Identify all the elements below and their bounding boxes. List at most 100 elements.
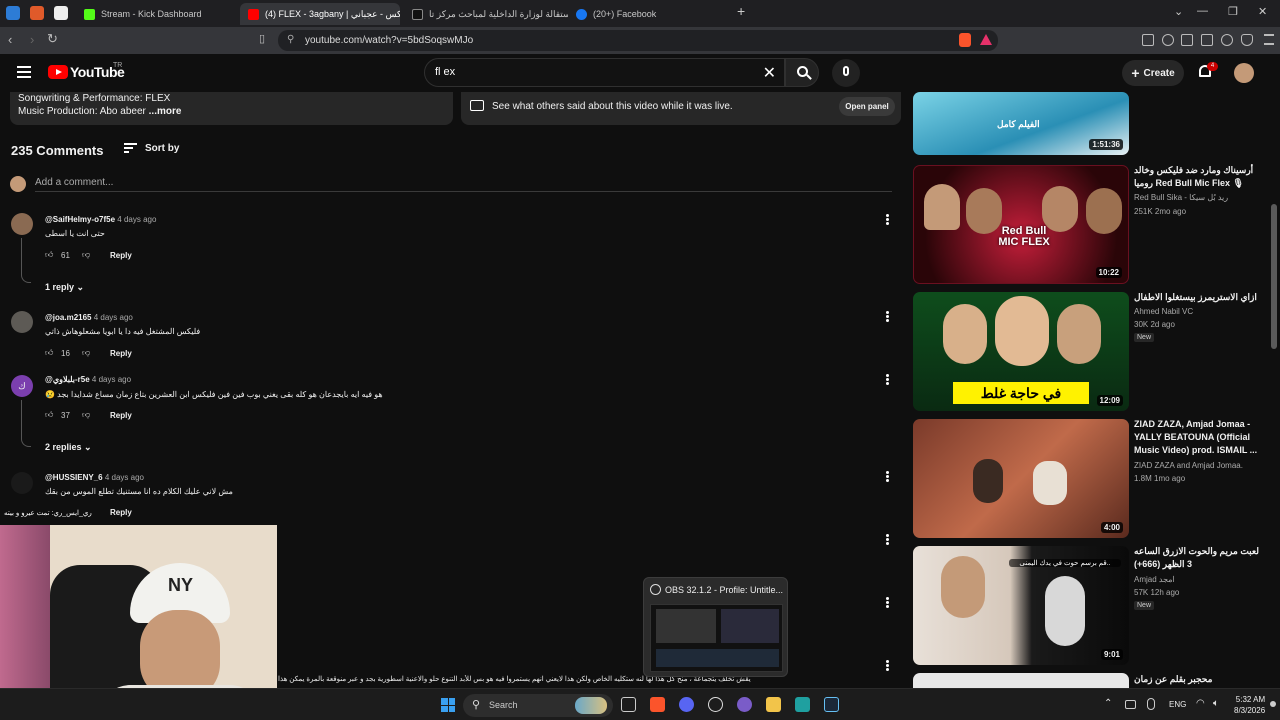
maximize-icon[interactable]: ❐ [1228, 5, 1238, 18]
channel-name[interactable]: Ahmed Nabil VC [1134, 307, 1193, 316]
menu-icon[interactable] [1264, 34, 1274, 45]
app-taskbar-icon[interactable] [737, 697, 752, 712]
sort-by-button[interactable]: Sort by [145, 143, 179, 154]
comment-date[interactable]: 4 days ago [105, 473, 144, 482]
taskbar-search[interactable]: ⚲ Search [463, 694, 613, 717]
wallet-icon[interactable] [1201, 34, 1213, 46]
start-icon[interactable] [441, 698, 455, 712]
video-title[interactable]: محجبر بقلم عن زمان [1134, 673, 1262, 686]
tab-facebook[interactable]: (20+) Facebook [568, 3, 728, 25]
commenter-avatar[interactable] [11, 311, 33, 333]
sort-icon[interactable] [124, 143, 137, 154]
video-thumbnail[interactable] [913, 673, 1129, 688]
pinned-tab-icon[interactable] [6, 6, 20, 20]
author-handle[interactable]: @HUSSIENY_6 [45, 473, 103, 482]
view-replies-button[interactable]: 1 reply ⌄ [45, 282, 84, 293]
close-window-icon[interactable]: ✕ [1258, 5, 1267, 18]
video-title[interactable]: ZIAD ZAZA, Amjad Jomaa - YALLY BEATOUNA … [1134, 418, 1262, 457]
comment-author[interactable]: @SaifHelmy-o7f5e 4 days ago [45, 215, 156, 224]
youtube-logo-icon[interactable] [48, 65, 68, 79]
comment-menu-icon[interactable] [886, 471, 889, 482]
voice-search-button[interactable] [832, 59, 860, 87]
extensions-icon[interactable] [1142, 34, 1154, 46]
vpn-icon[interactable] [1241, 34, 1253, 46]
comment-date[interactable]: 4 days ago [92, 375, 131, 384]
tray-overflow-icon[interactable]: ⌃ [1104, 698, 1112, 709]
like-button[interactable]: 👍︎ [45, 348, 53, 358]
video-thumbnail[interactable]: في حاجة غلط 12:09 [913, 292, 1129, 411]
task-view-icon[interactable] [621, 697, 636, 712]
video-description[interactable]: Songwriting & Performance: FLEX Music Pr… [10, 92, 453, 125]
video-title[interactable]: لعبت مريم والحوت الازرق الساعه 3 الظهر (… [1134, 545, 1262, 571]
pinned-tab-icon[interactable] [54, 6, 68, 20]
author-handle[interactable]: @joa.m2165 [45, 313, 92, 322]
commenter-avatar[interactable] [11, 213, 33, 235]
channel-name[interactable]: Amjad امجد [1134, 575, 1175, 584]
brave-shield-icon[interactable] [959, 33, 971, 47]
comment-menu-icon[interactable] [886, 374, 889, 385]
comment-menu-icon[interactable] [886, 597, 889, 608]
input-language[interactable]: ENG [1169, 700, 1186, 709]
channel-name[interactable]: ZIAD ZAZA and Amjad Jomaa. [1134, 461, 1243, 470]
author-handle[interactable]: @SaifHelmy-o7f5e [45, 215, 115, 224]
author-handle[interactable]: @بلبلاوي-r5e [45, 375, 90, 384]
new-tab-button[interactable]: + [737, 3, 745, 19]
tab-list-icon[interactable]: ⌄ [1174, 5, 1183, 18]
channel-name[interactable]: Red Bull Sika - ريد بُل سيكا [1134, 193, 1228, 202]
page-scrollbar[interactable] [1271, 204, 1277, 349]
pinned-tab-icon[interactable] [30, 6, 44, 20]
comment-menu-icon[interactable] [886, 311, 889, 322]
reply-button[interactable]: Reply [110, 349, 132, 358]
like-button[interactable]: 👍︎ [45, 410, 53, 420]
search-input[interactable]: fl ex ✕ [424, 58, 785, 87]
dislike-button[interactable]: 👎︎ [82, 250, 90, 260]
brave-taskbar-icon[interactable] [650, 697, 665, 712]
reply-button[interactable]: Reply [110, 411, 132, 420]
sidebar-icon[interactable] [1181, 34, 1193, 46]
clock[interactable]: 5:32 AM 8/3/2026 [1234, 694, 1265, 716]
back-icon[interactable]: ‹ [8, 32, 12, 47]
tab-kick[interactable]: Stream - Kick Dashboard [76, 3, 238, 25]
media-icon[interactable] [1162, 34, 1174, 46]
comment-date[interactable]: 4 days ago [117, 215, 156, 224]
forward-icon[interactable]: › [30, 32, 34, 47]
volume-icon[interactable]: 🔈︎ [1213, 698, 1219, 709]
wifi-icon[interactable]: ◠ [1196, 698, 1205, 709]
obs-taskbar-icon[interactable] [708, 697, 723, 712]
view-replies-button[interactable]: 2 replies ⌄ [45, 442, 92, 453]
site-info-icon[interactable]: ⚲ [287, 34, 294, 45]
comment-date[interactable]: 4 days ago [94, 313, 133, 322]
open-panel-button[interactable]: Open panel [839, 97, 895, 116]
tab-tiktok[interactable]: استقالة لوزارة الداخلية لمباحث مركز تا..… [404, 3, 568, 25]
brave-rewards-icon[interactable] [980, 34, 992, 45]
store-taskbar-icon[interactable] [795, 697, 810, 712]
dislike-button[interactable]: 👎︎ [82, 410, 90, 420]
discord-taskbar-icon[interactable] [679, 697, 694, 712]
reply-button[interactable]: Reply [110, 508, 132, 517]
bookmark-icon[interactable]: ▯ [259, 32, 265, 45]
microphone-tray-icon[interactable] [1147, 698, 1155, 710]
video-title[interactable]: ازاي الاستريمرز بيستغلوا الاطفال [1134, 291, 1262, 304]
clear-search-icon[interactable]: ✕ [763, 63, 776, 83]
video-thumbnail[interactable]: Red Bull MIC FLEX 10:22 [913, 165, 1129, 284]
tab-youtube[interactable]: (4) FLEX - 3agbany | فليكس - عجباني ✕ [240, 3, 400, 25]
comment-author[interactable]: @بلبلاوي-r5e 4 days ago [45, 375, 131, 384]
dislike-button[interactable]: 👎︎ [82, 348, 90, 358]
video-thumbnail[interactable]: قم برسم حوت في يدك اليمنى.. 9:01 [913, 546, 1129, 665]
video-thumbnail[interactable]: 4:00 [913, 419, 1129, 538]
onedrive-icon[interactable] [1125, 700, 1136, 709]
add-comment-input[interactable]: Add a comment... [35, 177, 113, 188]
show-more-link[interactable]: ...more [149, 106, 182, 117]
comment-menu-icon[interactable] [886, 660, 889, 671]
obs-window-preview[interactable]: OBS 32.1.2 - Profile: Untitle... [643, 577, 788, 677]
account-avatar[interactable] [1234, 63, 1254, 83]
reload-icon[interactable]: ↻ [47, 31, 58, 47]
comment-author[interactable]: @joa.m2165 4 days ago [45, 313, 133, 322]
leo-icon[interactable] [1221, 34, 1233, 46]
reply-button[interactable]: Reply [110, 251, 132, 260]
search-button[interactable] [785, 58, 819, 87]
notification-center-icon[interactable] [1270, 701, 1276, 707]
video-title[interactable]: أرسيناك ومارد ضد فليكس وخالد روميا Red B… [1134, 164, 1262, 190]
minimize-icon[interactable]: — [1197, 5, 1208, 17]
like-button[interactable]: 👍︎ [45, 250, 53, 260]
